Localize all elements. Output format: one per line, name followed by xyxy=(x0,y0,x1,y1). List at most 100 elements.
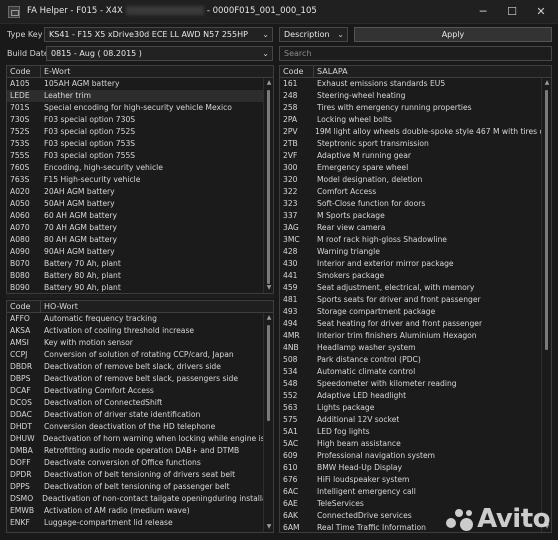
build-date-select[interactable]: 0815 - Aug ( 08.2015 ) ⌄ xyxy=(46,46,273,61)
table-row[interactable]: 459 Seat adjustment, electrical, with mem… xyxy=(280,282,541,294)
table-row[interactable]: 441 Smokers package xyxy=(280,270,541,282)
table-row[interactable]: DBDR Deactivation of remove belt slack, d… xyxy=(7,361,263,373)
maximize-button[interactable]: ☐ xyxy=(497,0,527,24)
scroll-up-icon[interactable]: ▲ xyxy=(264,313,273,323)
table-row[interactable]: A050 50AH AGM battery xyxy=(7,198,263,210)
table-row[interactable]: 609 Professional navigation system xyxy=(280,450,541,462)
table-row[interactable]: 248 Steering-wheel heating xyxy=(280,90,541,102)
table-row[interactable]: 6AC Intelligent emergency call xyxy=(280,486,541,498)
table-row[interactable]: 481 Sports seats for driver and front pas… xyxy=(280,294,541,306)
table-row[interactable]: AMSI Key with motion sensor xyxy=(7,337,263,349)
column-header-code[interactable]: Code xyxy=(7,66,41,77)
table-row[interactable]: 493 Storage compartment package xyxy=(280,306,541,318)
scroll-thumb[interactable] xyxy=(267,325,270,421)
table-row[interactable]: AFFO Automatic frequency tracking xyxy=(7,313,263,325)
table-row[interactable]: 2PA Locking wheel bolts xyxy=(280,114,541,126)
table-row[interactable]: 763S F15 High-security vehicle xyxy=(7,174,263,186)
salapa-scrollbar[interactable]: ▲ ▼ xyxy=(541,78,551,532)
table-row[interactable]: DDAC Deactivation of driver state identif… xyxy=(7,409,263,421)
table-row[interactable]: 752S F03 special option 752S xyxy=(7,126,263,138)
table-row[interactable]: A090 90AH AGM battery xyxy=(7,246,263,258)
column-header-salapa[interactable]: SALAPA xyxy=(314,66,348,77)
table-row[interactable]: DPPS Deactivation of belt tensioning of p… xyxy=(7,481,263,493)
table-row[interactable]: LEDE Leather trim xyxy=(7,90,263,102)
table-row[interactable]: 2PV 19M light alloy wheels double-spoke s… xyxy=(280,126,541,138)
table-row[interactable]: B070 Battery 70 Ah, plant xyxy=(7,258,263,270)
table-row[interactable]: 563 Lights package xyxy=(280,402,541,414)
table-row[interactable]: DCAF Deactivating Comfort Access xyxy=(7,385,263,397)
row-code: 4NB xyxy=(283,343,299,352)
ewort-scrollbar[interactable]: ▲ ▼ xyxy=(263,78,273,293)
table-row[interactable]: 3AG Rear view camera xyxy=(280,222,541,234)
table-row[interactable]: 320 Model designation, deletion xyxy=(280,174,541,186)
column-header-howort[interactable]: HO-Wort xyxy=(41,301,78,312)
table-row[interactable]: 5A1 LED fog lights xyxy=(280,426,541,438)
table-row[interactable]: 534 Automatic climate control xyxy=(280,366,541,378)
scroll-down-icon[interactable]: ▼ xyxy=(264,522,273,532)
scroll-thumb[interactable] xyxy=(267,90,270,284)
table-row[interactable]: A080 80 AH AGM battery xyxy=(7,234,263,246)
scroll-up-icon[interactable]: ▲ xyxy=(542,78,551,88)
table-row[interactable]: 258 Tires with emergency running properti… xyxy=(280,102,541,114)
table-row[interactable]: DCOS Deactivation of ConnectedShift xyxy=(7,397,263,409)
apply-button[interactable]: Apply xyxy=(354,27,552,42)
table-row[interactable]: 760S Encoding, high-security vehicle xyxy=(7,162,263,174)
scroll-thumb[interactable] xyxy=(545,90,548,350)
scroll-down-icon[interactable]: ▼ xyxy=(264,283,273,293)
table-row[interactable]: 428 Warning triangle xyxy=(280,246,541,258)
table-row[interactable]: 4MR Interior trim finishers Aluminium Hex… xyxy=(280,330,541,342)
minimize-button[interactable]: ─ xyxy=(468,0,498,24)
table-row[interactable]: 430 Interior and exterior mirror package xyxy=(280,258,541,270)
table-row[interactable]: 2TB Steptronic sport transmission xyxy=(280,138,541,150)
mode-select[interactable]: Description ⌄ xyxy=(279,27,348,42)
panel-splitter[interactable] xyxy=(6,295,274,298)
table-row[interactable]: 3MC M roof rack high-gloss Shadowline xyxy=(280,234,541,246)
row-description: 20AH AGM battery xyxy=(44,187,115,196)
table-row[interactable]: 5AC High beam assistance xyxy=(280,438,541,450)
table-row[interactable]: DMBA Retrofitting audio mode operation DA… xyxy=(7,445,263,457)
column-header-code[interactable]: Code xyxy=(280,66,314,77)
table-row[interactable]: 548 Speedometer with kilometer reading xyxy=(280,378,541,390)
table-row[interactable]: 300 Emergency spare wheel xyxy=(280,162,541,174)
table-row[interactable]: AKSA Activation of cooling threshold incr… xyxy=(7,325,263,337)
table-row[interactable]: 753S F03 special option 753S xyxy=(7,138,263,150)
table-row[interactable]: DHDT Conversion deactivation of the HD te… xyxy=(7,421,263,433)
table-row[interactable]: 575 Additional 12V socket xyxy=(280,414,541,426)
table-row[interactable]: A070 70 AH AGM battery xyxy=(7,222,263,234)
table-row[interactable]: 337 M Sports package xyxy=(280,210,541,222)
table-row[interactable]: A105 105AH AGM battery xyxy=(7,78,263,90)
table-row[interactable]: DHUW Deactivation of horn warning when lo… xyxy=(7,433,263,445)
scroll-up-icon[interactable]: ▲ xyxy=(264,78,273,88)
table-row[interactable]: B090 Battery 90 Ah, plant xyxy=(7,282,263,293)
table-row[interactable]: 4NB Headlamp washer system xyxy=(280,342,541,354)
table-row[interactable]: A060 60 AH AGM battery xyxy=(7,210,263,222)
table-row[interactable]: 676 HiFi loudspeaker system xyxy=(280,474,541,486)
table-row[interactable]: 508 Park distance control (PDC) xyxy=(280,354,541,366)
table-row[interactable]: 161 Exhaust emissions standards EU5 xyxy=(280,78,541,90)
table-row[interactable]: EMWB Activation of AM radio (medium wave) xyxy=(7,505,263,517)
row-code: A090 xyxy=(10,247,30,256)
table-row[interactable]: ENKF Luggage-compartment lid release xyxy=(7,517,263,529)
column-header-ewort[interactable]: E-Wort xyxy=(41,66,70,77)
close-button[interactable]: ✕ xyxy=(526,0,556,24)
type-key-select[interactable]: KS41 - F15 X5 xDrive30d ECE LL AWD N57 2… xyxy=(44,27,273,42)
table-row[interactable]: B080 Battery 80 Ah, plant xyxy=(7,270,263,282)
table-row[interactable]: A020 20AH AGM battery xyxy=(7,186,263,198)
table-row[interactable]: DOFF Deactivate conversion of Office func… xyxy=(7,457,263,469)
table-row[interactable]: 730S F03 special option 730S xyxy=(7,114,263,126)
table-row[interactable]: DSMO Deactivation of non-contact tailgate… xyxy=(7,493,263,505)
table-row[interactable]: 610 BMW Head-Up Display xyxy=(280,462,541,474)
table-row[interactable]: DPDR Deactivation of belt tensioning of d… xyxy=(7,469,263,481)
table-row[interactable]: 323 Soft-Close function for doors xyxy=(280,198,541,210)
table-row[interactable]: 2VF Adaptive M running gear xyxy=(280,150,541,162)
table-row[interactable]: CCPJ Conversion of solution of rotating C… xyxy=(7,349,263,361)
column-header-code[interactable]: Code xyxy=(7,301,41,312)
table-row[interactable]: DBPS Deactivation of remove belt slack, p… xyxy=(7,373,263,385)
search-input[interactable]: Search xyxy=(279,46,552,61)
table-row[interactable]: 322 Comfort Access xyxy=(280,186,541,198)
table-row[interactable]: 494 Seat heating for driver and front pas… xyxy=(280,318,541,330)
table-row[interactable]: 755S F03 special option 755S xyxy=(7,150,263,162)
table-row[interactable]: 552 Adaptive LED headlight xyxy=(280,390,541,402)
table-row[interactable]: 701S Special encoding for high-security v… xyxy=(7,102,263,114)
howort-scrollbar[interactable]: ▲ ▼ xyxy=(263,313,273,532)
